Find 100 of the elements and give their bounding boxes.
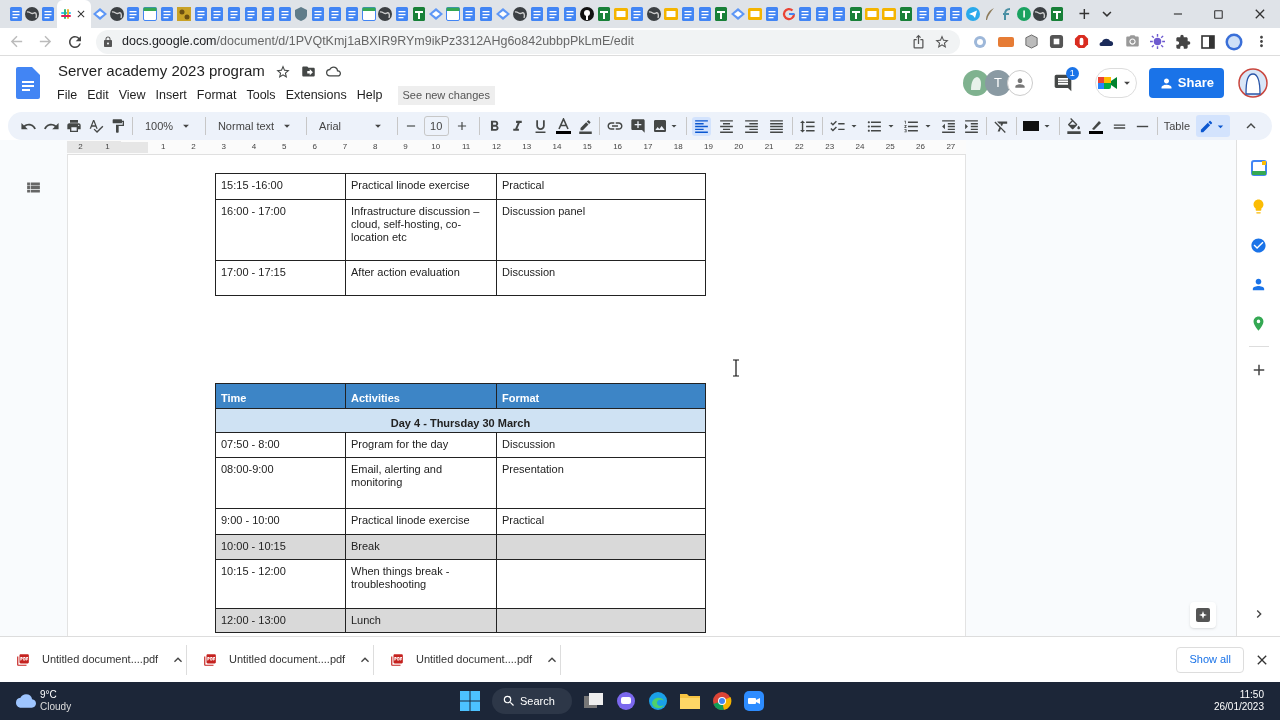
document-icon[interactable] xyxy=(159,6,175,22)
new-tab-button[interactable]: + xyxy=(1072,4,1097,24)
image-icon[interactable] xyxy=(651,118,668,134)
side-panel-icon[interactable] xyxy=(1201,34,1215,49)
document-icon[interactable] xyxy=(394,6,411,22)
font-size-field[interactable]: 10 xyxy=(423,116,449,136)
menu-item[interactable]: Help xyxy=(351,84,388,106)
calendar-icon[interactable] xyxy=(142,6,159,22)
menu-item[interactable]: Tools xyxy=(241,84,281,106)
spreadsheet-icon[interactable] xyxy=(1049,6,1066,22)
collaborator-avatar[interactable] xyxy=(1006,70,1033,96)
sun-icon[interactable] xyxy=(1150,34,1165,49)
shield-icon[interactable] xyxy=(293,6,310,22)
document-icon[interactable] xyxy=(40,6,56,22)
globe-icon[interactable] xyxy=(511,6,528,22)
puzzle-pattern-icon[interactable] xyxy=(175,6,192,22)
share-button[interactable]: Share xyxy=(1148,68,1224,98)
share-icon[interactable] xyxy=(911,34,926,49)
avatar-icon[interactable] xyxy=(1225,32,1243,51)
camera-icon[interactable] xyxy=(1125,34,1140,49)
document-icon[interactable] xyxy=(914,6,931,22)
paint-format-icon[interactable] xyxy=(110,118,126,134)
video-call-icon[interactable] xyxy=(743,691,764,711)
border-width-icon[interactable] xyxy=(1022,121,1039,131)
document-icon[interactable] xyxy=(562,6,579,22)
document-icon[interactable] xyxy=(276,6,293,22)
increase-indent-icon[interactable] xyxy=(963,117,981,135)
menu-item[interactable]: Extensions xyxy=(280,84,352,106)
document-title[interactable]: Server academy 2023 program xyxy=(58,60,265,83)
font-dropdown[interactable]: Arial xyxy=(313,117,391,135)
edge-icon[interactable] xyxy=(647,691,668,711)
document-icon[interactable] xyxy=(797,6,814,22)
globe-icon[interactable] xyxy=(1032,6,1049,22)
extension-icon[interactable] xyxy=(1049,34,1064,49)
tasks-icon[interactable] xyxy=(1250,237,1267,254)
style-dropdown[interactable]: Normal text xyxy=(211,117,301,135)
contacts-icon[interactable] xyxy=(1250,276,1267,293)
decrease-indent-icon[interactable] xyxy=(940,117,958,135)
layers-icon[interactable] xyxy=(427,6,444,22)
collaborator-avatar[interactable] xyxy=(962,70,989,96)
spellcheck-icon[interactable] xyxy=(88,118,104,134)
download-item[interactable]: Untitled document....pdf xyxy=(0,644,187,675)
document-icon[interactable] xyxy=(125,6,142,22)
menu-item[interactable]: Format xyxy=(191,84,242,106)
show-all-button[interactable]: Show all xyxy=(1176,646,1244,673)
restore-icon[interactable] xyxy=(1212,7,1226,21)
highlighter-icon[interactable] xyxy=(577,118,593,134)
document-icon[interactable] xyxy=(343,6,360,22)
document-icon[interactable] xyxy=(763,6,780,22)
spreadsheet-icon[interactable] xyxy=(410,6,427,22)
folder-icon[interactable] xyxy=(679,692,700,710)
editing-mode-button[interactable] xyxy=(1196,115,1231,137)
zoom-dropdown[interactable]: 100% xyxy=(138,117,200,135)
globe-icon[interactable] xyxy=(24,6,40,22)
globe-icon[interactable] xyxy=(646,6,663,22)
g-letter-icon[interactable] xyxy=(780,6,797,22)
document-icon[interactable] xyxy=(814,6,831,22)
star-icon[interactable] xyxy=(934,33,950,50)
fill-color-icon[interactable] xyxy=(1065,118,1082,134)
layers-icon[interactable] xyxy=(730,6,747,22)
explore-button[interactable] xyxy=(1190,602,1216,628)
spreadsheet-icon[interactable] xyxy=(898,6,915,22)
document-icon[interactable] xyxy=(192,6,209,22)
document-icon[interactable] xyxy=(310,6,327,22)
document-icon[interactable] xyxy=(948,6,965,22)
menu-item[interactable]: View xyxy=(113,84,151,106)
document-icon[interactable] xyxy=(209,6,226,22)
github-icon[interactable] xyxy=(578,6,595,22)
account-avatar[interactable] xyxy=(1238,68,1268,98)
align-icon[interactable] xyxy=(692,116,712,136)
document-icon[interactable] xyxy=(8,6,24,22)
menu-item[interactable]: Insert xyxy=(150,84,192,106)
document-icon[interactable] xyxy=(259,6,276,22)
menu-item[interactable]: File xyxy=(52,84,83,106)
spreadsheet-icon[interactable] xyxy=(595,6,612,22)
document-icon[interactable] xyxy=(629,6,646,22)
weather-icon[interactable] xyxy=(16,691,36,711)
document-icon[interactable] xyxy=(243,6,259,22)
document-icon[interactable] xyxy=(830,6,847,22)
document-icon[interactable] xyxy=(679,6,696,22)
move-folder-icon[interactable] xyxy=(300,64,316,80)
see-new-changes-button[interactable]: See new changes xyxy=(397,86,495,105)
document-icon[interactable] xyxy=(478,6,495,22)
cloud-status-icon[interactable] xyxy=(325,64,341,80)
address-field[interactable]: docs.google.com/document/d/1PVQtKmj1aBXIR9RYm9ikPz3312AHg6o842ubbpPkLmE/edit xyxy=(96,29,960,54)
document-icon[interactable] xyxy=(696,6,713,22)
document-icon[interactable] xyxy=(528,6,545,22)
document-icon[interactable] xyxy=(226,6,243,22)
browser-tab[interactable] xyxy=(57,0,91,28)
extensions-icon[interactable] xyxy=(1175,33,1191,50)
taskbar-search[interactable]: Search xyxy=(491,688,572,714)
windows-start-icon[interactable] xyxy=(459,691,480,711)
cube-icon[interactable] xyxy=(1024,34,1039,49)
calendar-icon[interactable] xyxy=(1250,160,1267,176)
calendar-icon[interactable] xyxy=(444,6,461,22)
docs-logo-icon[interactable] xyxy=(16,67,40,99)
document-icon[interactable] xyxy=(545,6,562,22)
star-icon[interactable] xyxy=(274,63,291,80)
download-item[interactable]: Untitled document....pdf xyxy=(187,644,374,675)
chat-icon[interactable] xyxy=(615,691,636,711)
